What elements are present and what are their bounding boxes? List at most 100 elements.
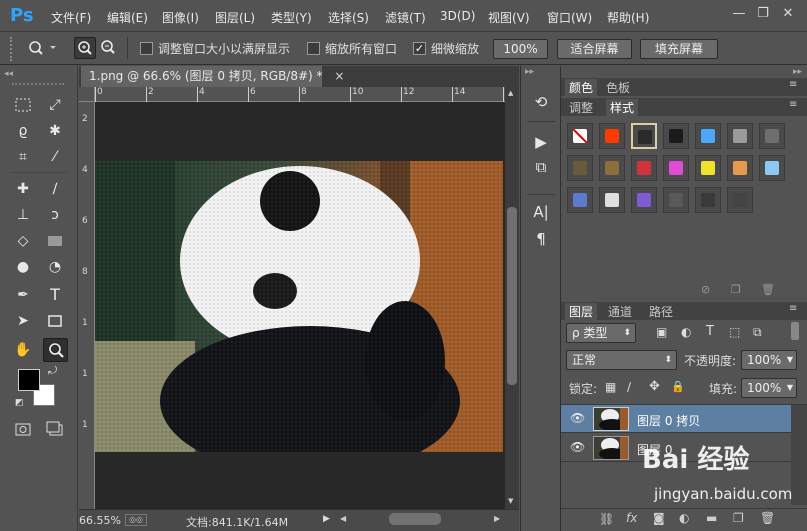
type-tool-icon[interactable]: T bbox=[44, 284, 66, 306]
style-swatch-style-20[interactable] bbox=[727, 187, 753, 213]
style-swatch-style-7[interactable] bbox=[759, 123, 785, 149]
status-menu-arrow-icon[interactable]: ▶ bbox=[323, 514, 330, 524]
actions-play-icon[interactable]: ▶ bbox=[530, 131, 552, 153]
properties-panel-icon[interactable]: ⧉ bbox=[530, 156, 552, 178]
gradient-tool-icon[interactable] bbox=[44, 230, 66, 252]
swap-colors-icon[interactable]: ⤾ bbox=[48, 364, 57, 378]
style-swatch-none[interactable] bbox=[567, 123, 593, 149]
filter-adjustment-icon[interactable]: ◐ bbox=[681, 325, 691, 339]
layer-filter-dropdown[interactable]: ρ 类型 ⬍ bbox=[566, 323, 636, 343]
new-style-icon[interactable]: ❐ bbox=[731, 283, 741, 296]
shape-tool-icon[interactable] bbox=[44, 310, 66, 332]
hand-tool-icon[interactable]: ✋ bbox=[12, 339, 34, 361]
eyedropper-tool-icon[interactable]: ⁄ bbox=[44, 146, 66, 168]
filter-toggle[interactable] bbox=[791, 322, 799, 340]
fill-input[interactable]: 100% ▼ bbox=[741, 378, 797, 398]
resize-windows-checkbox[interactable] bbox=[140, 42, 153, 55]
zoom-tool-icon[interactable] bbox=[43, 338, 68, 362]
clone-stamp-tool-icon[interactable]: ⊥ bbox=[12, 204, 34, 226]
paragraph-panel-icon[interactable]: ¶ bbox=[530, 228, 552, 250]
filter-smart-object-icon[interactable]: ⧉ bbox=[753, 325, 762, 340]
style-swatch-style-5[interactable] bbox=[695, 123, 721, 149]
screen-mode-icon[interactable] bbox=[44, 418, 66, 440]
zoom-in-icon[interactable] bbox=[74, 37, 96, 59]
panel-menu-icon[interactable]: ≡ bbox=[789, 99, 797, 110]
brush-tool-icon[interactable]: ∕ bbox=[44, 178, 66, 200]
tab-paths[interactable]: 路径 bbox=[649, 303, 673, 320]
horizontal-scroll-thumb[interactable] bbox=[389, 513, 441, 525]
close-document-icon[interactable]: × bbox=[334, 69, 344, 83]
menu-edit[interactable]: 编辑(E) bbox=[107, 9, 148, 26]
minimize-button[interactable]: — bbox=[728, 5, 750, 23]
style-swatch-style-12[interactable] bbox=[695, 155, 721, 181]
layer-row-selected[interactable]: 👁 图层 0 拷贝 bbox=[561, 405, 791, 433]
zoom-all-windows-checkbox[interactable] bbox=[307, 42, 320, 55]
dodge-tool-icon[interactable]: ◔ bbox=[44, 256, 66, 278]
blend-mode-dropdown[interactable]: 正常 ⬍ bbox=[566, 350, 677, 370]
style-swatch-style-16[interactable] bbox=[599, 187, 625, 213]
add-layer-style-icon[interactable]: fx bbox=[626, 511, 637, 525]
scroll-right-icon[interactable]: ▶ bbox=[494, 514, 500, 523]
character-panel-icon[interactable]: A| bbox=[530, 201, 552, 223]
visibility-eye-icon[interactable]: 👁 bbox=[570, 411, 585, 425]
menu-file[interactable]: 文件(F) bbox=[51, 9, 91, 26]
style-swatch-style-6[interactable] bbox=[727, 123, 753, 149]
menu-3d[interactable]: 3D(D) bbox=[440, 9, 475, 23]
fill-screen-button[interactable]: 填充屏幕 bbox=[640, 39, 718, 59]
canvas-area[interactable] bbox=[95, 102, 505, 509]
zoom-out-icon[interactable] bbox=[98, 37, 120, 59]
ruler-origin[interactable] bbox=[79, 87, 95, 102]
crop-tool-icon[interactable]: ⌗ bbox=[12, 146, 34, 168]
menu-type[interactable]: 类型(Y) bbox=[271, 9, 312, 26]
style-swatch-style-9[interactable] bbox=[599, 155, 625, 181]
scrubby-zoom-checkbox[interactable]: ✓ bbox=[413, 42, 426, 55]
scroll-down-icon[interactable]: ▼ bbox=[508, 497, 513, 505]
layer-name[interactable]: 图层 0 拷贝 bbox=[637, 412, 700, 429]
filter-pixel-icon[interactable]: ▣ bbox=[656, 325, 667, 339]
panel-menu-icon[interactable]: ≡ bbox=[789, 79, 797, 90]
eraser-tool-icon[interactable]: ◇ bbox=[12, 230, 34, 252]
tab-swatches[interactable]: 色板 bbox=[606, 79, 630, 96]
style-swatch-style-18[interactable] bbox=[663, 187, 689, 213]
menu-layer[interactable]: 图层(L) bbox=[215, 9, 255, 26]
history-brush-tool-icon[interactable]: ↄ bbox=[44, 204, 66, 226]
menu-view[interactable]: 视图(V) bbox=[488, 9, 530, 26]
tab-styles[interactable]: 样式 bbox=[606, 99, 639, 116]
zoom-tool-preset-icon[interactable] bbox=[24, 37, 58, 59]
lock-transparent-icon[interactable]: ▦ bbox=[605, 380, 616, 394]
default-colors-icon[interactable]: ◩ bbox=[15, 398, 24, 408]
lasso-tool-icon[interactable]: ϱ bbox=[12, 120, 34, 142]
tab-layers[interactable]: 图层 bbox=[565, 303, 598, 320]
vertical-scroll-thumb[interactable] bbox=[507, 207, 517, 385]
menu-filter[interactable]: 滤镜(T) bbox=[385, 9, 426, 26]
style-swatch-style-17[interactable] bbox=[631, 187, 657, 213]
marquee-tool-icon[interactable] bbox=[12, 94, 34, 116]
lock-position-icon[interactable]: ✥ bbox=[649, 379, 660, 394]
ruler-vertical[interactable]: 2 4 6 8 1 1 1 bbox=[79, 102, 95, 509]
visibility-eye-icon[interactable]: 👁 bbox=[570, 440, 585, 454]
panel-menu-icon[interactable]: ≡ bbox=[789, 303, 797, 314]
trash-icon[interactable]: 🗑 bbox=[761, 283, 775, 296]
menu-window[interactable]: 窗口(W) bbox=[547, 9, 592, 26]
filter-type-icon[interactable]: T bbox=[706, 324, 714, 339]
expand-arrows-icon[interactable]: ▸▸ bbox=[525, 67, 534, 77]
tab-channels[interactable]: 通道 bbox=[608, 303, 632, 320]
style-swatch-style-10[interactable] bbox=[631, 155, 657, 181]
ruler-horizontal[interactable]: 0 2 4 6 8 10 12 14 bbox=[95, 87, 505, 102]
delete-style-disabled-icon[interactable]: ⊘ bbox=[701, 283, 710, 296]
style-swatch-style-4[interactable] bbox=[663, 123, 689, 149]
document-tab[interactable]: 1.png @ 66.6% (图层 0 拷贝, RGB/8#) * × bbox=[81, 66, 344, 87]
lock-pixels-icon[interactable]: ∕ bbox=[627, 380, 631, 394]
zoom-100-button[interactable]: 100% bbox=[493, 39, 548, 59]
magic-wand-tool-icon[interactable]: ✱ bbox=[44, 120, 66, 142]
link-layers-icon[interactable]: ⛓ bbox=[599, 512, 614, 526]
style-swatch-style-14[interactable] bbox=[759, 155, 785, 181]
style-swatch-style-15[interactable] bbox=[567, 187, 593, 213]
restore-button[interactable]: ❐ bbox=[752, 5, 774, 23]
tab-color[interactable]: 颜色 bbox=[565, 79, 598, 96]
collapse-arrows-icon[interactable]: ◂◂ bbox=[4, 69, 13, 79]
path-selection-tool-icon[interactable]: ➤ bbox=[12, 310, 34, 332]
style-swatch-style-19[interactable] bbox=[695, 187, 721, 213]
close-window-button[interactable]: ✕ bbox=[777, 5, 799, 23]
lock-all-icon[interactable]: 🔒 bbox=[671, 380, 685, 393]
